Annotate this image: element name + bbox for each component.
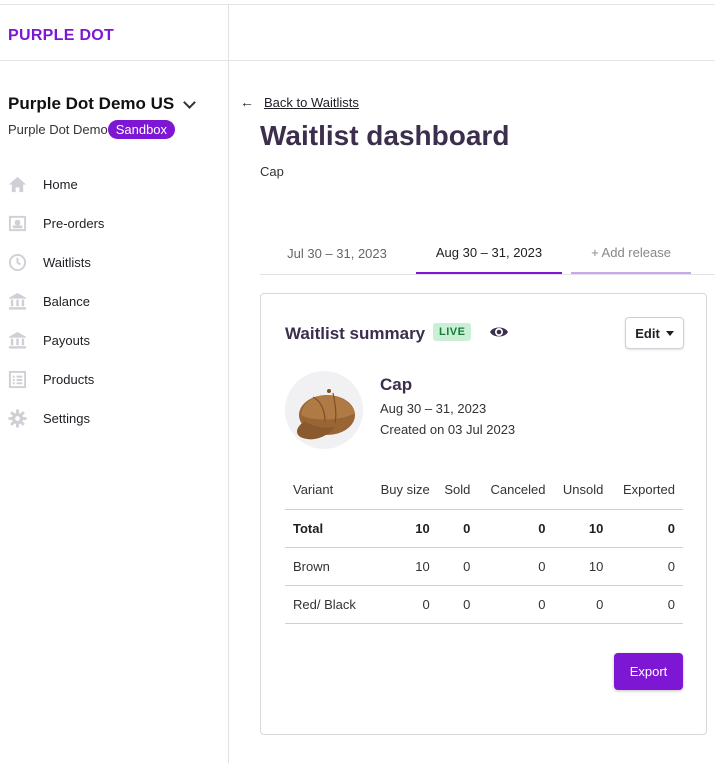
variants-table: Variant Buy size Sold Canceled Unsold Ex… [285, 471, 683, 624]
table-row: Red/ Black 0 0 0 0 0 [285, 585, 683, 624]
table-cell: 0 [437, 547, 479, 586]
table-cell: 0 [611, 509, 683, 548]
sidebar-item-label: Balance [43, 294, 90, 309]
sidebar-item-label: Settings [43, 411, 90, 426]
page-title: Waitlist dashboard [260, 120, 510, 151]
sidebar-item-label: Home [43, 177, 78, 192]
table-cell: 0 [478, 585, 554, 624]
tab-add-release[interactable]: + Add release [571, 232, 691, 274]
store-name: Purple Dot Demo US [8, 94, 175, 113]
eye-icon[interactable] [489, 324, 509, 340]
table-cell: 0 [478, 547, 554, 586]
sidebar-item-label: Pre-orders [43, 216, 105, 231]
sidebar-item-payouts[interactable]: Payouts [0, 321, 229, 360]
table-cell: 0 [437, 509, 479, 548]
table-cell: Total [285, 509, 370, 548]
store-subtitle: Purple Dot Demo [8, 122, 108, 137]
product-name: Cap [380, 375, 413, 394]
table-cell: 0 [553, 585, 612, 624]
table-row-total: Total 10 0 0 10 0 [285, 509, 683, 548]
sidebar-item-waitlists[interactable]: Waitlists [0, 243, 229, 282]
product-created: Created on 03 Jul 2023 [380, 422, 516, 437]
column-header: Unsold [553, 471, 612, 510]
table-cell: 0 [437, 585, 479, 624]
home-icon [8, 175, 27, 194]
column-header: Exported [611, 471, 683, 510]
card-title: Waitlist summary [285, 324, 426, 343]
clock-icon [8, 253, 27, 272]
status-badge: LIVE [433, 323, 472, 341]
sidebar-nav: Home Pre-orders Waitlists Balance Payout… [0, 165, 229, 438]
column-header: Sold [437, 471, 479, 510]
table-header-row: Variant Buy size Sold Canceled Unsold Ex… [285, 471, 683, 510]
export-button[interactable]: Export [614, 653, 683, 690]
back-link[interactable]: ← Back to Waitlists [240, 94, 359, 110]
sidebar-item-label: Waitlists [43, 255, 91, 270]
chevron-down-icon [183, 95, 197, 109]
release-tabs: Jul 30 – 31, 2023 Aug 30 – 31, 2023 + Ad… [260, 232, 715, 275]
table-cell: 0 [478, 509, 554, 548]
table-cell: 0 [611, 585, 683, 624]
page-subtitle: Cap [260, 164, 284, 179]
preorders-icon [8, 214, 27, 233]
gear-icon [8, 409, 27, 428]
arrow-left-icon: ← [240, 94, 254, 110]
back-link-label: Back to Waitlists [264, 94, 359, 110]
sidebar-item-products[interactable]: Products [0, 360, 229, 399]
sidebar-item-label: Payouts [43, 333, 90, 348]
sidebar: PURPLE DOT Purple Dot Demo US Purple Dot… [0, 5, 229, 763]
edit-button-label: Edit [635, 325, 660, 341]
product-dates: Aug 30 – 31, 2023 [380, 401, 487, 416]
sidebar-item-home[interactable]: Home [0, 165, 229, 204]
header-divider [229, 60, 715, 61]
tab-release-aug[interactable]: Aug 30 – 31, 2023 [416, 232, 562, 274]
bank-icon [8, 331, 27, 350]
column-header: Variant [285, 471, 370, 510]
sandbox-badge: Sandbox [107, 120, 176, 139]
table-cell: 10 [553, 547, 612, 586]
tab-release-jul[interactable]: Jul 30 – 31, 2023 [260, 232, 414, 274]
divider [0, 60, 229, 61]
store-switcher[interactable]: Purple Dot Demo US [8, 94, 197, 114]
table-row: Brown 10 0 0 10 0 [285, 547, 683, 586]
sidebar-item-balance[interactable]: Balance [0, 282, 229, 321]
waitlist-summary-card: Waitlist summary LIVE Edit Cap Aug 30 – … [260, 293, 707, 735]
sidebar-item-label: Products [43, 372, 95, 387]
bank-icon [8, 292, 27, 311]
edit-button[interactable]: Edit [625, 317, 684, 349]
product-image [285, 371, 363, 449]
brand-logo[interactable]: PURPLE DOT [8, 27, 114, 45]
table-cell: 10 [369, 547, 438, 586]
store-subtitle-row: Purple Dot Demo Sandbox [8, 120, 176, 139]
sidebar-item-pre-orders[interactable]: Pre-orders [0, 204, 229, 243]
table-cell: 10 [369, 509, 438, 548]
column-header: Canceled [478, 471, 554, 510]
table-cell: Brown [285, 547, 370, 586]
table-cell: 10 [553, 509, 612, 548]
table-cell: Red/ Black [285, 585, 370, 624]
list-icon [8, 370, 27, 389]
caret-down-icon [665, 330, 674, 336]
table-cell: 0 [369, 585, 438, 624]
table-cell: 0 [611, 547, 683, 586]
column-header: Buy size [369, 471, 438, 510]
sidebar-item-settings[interactable]: Settings [0, 399, 229, 438]
